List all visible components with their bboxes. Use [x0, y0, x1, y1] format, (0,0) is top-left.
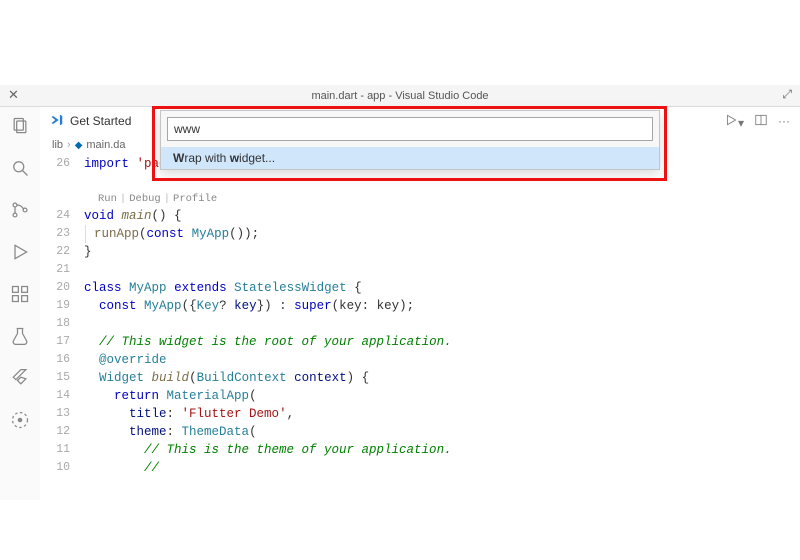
codelens[interactable]: Run|Debug|Profile — [52, 191, 800, 207]
activity-bar — [0, 107, 40, 500]
more-icon[interactable]: ··· — [778, 114, 790, 128]
command-palette-input[interactable] — [167, 117, 653, 141]
maximize-icon[interactable]: ⤢ — [782, 87, 792, 102]
run-icon[interactable]: ▾ — [724, 113, 744, 130]
window-title: main.dart - app - Visual Studio Code — [0, 85, 800, 107]
editor-actions: ▾ ··· — [724, 113, 790, 130]
vscode-icon — [50, 113, 64, 130]
command-palette-option[interactable]: Wrap with widget... — [161, 147, 659, 169]
explorer-icon[interactable] — [9, 115, 31, 137]
line-number: 26 — [52, 155, 84, 173]
breadcrumb-folder: lib — [52, 139, 63, 151]
search-icon[interactable] — [9, 157, 31, 179]
tab-label: Get Started — [70, 114, 131, 128]
flutter-icon[interactable] — [9, 367, 31, 389]
close-icon[interactable]: ✕ — [8, 87, 19, 103]
tab-get-started[interactable]: Get Started — [40, 107, 141, 135]
split-editor-icon[interactable] — [754, 113, 768, 130]
run-debug-icon[interactable] — [9, 241, 31, 263]
remote-icon[interactable] — [9, 409, 31, 431]
breadcrumb-file: main.da — [86, 139, 125, 151]
testing-icon[interactable] — [9, 325, 31, 347]
dart-file-icon: ◆ — [75, 140, 83, 151]
code-editor[interactable]: 26import 'package:flutter/material.dart'… — [40, 155, 800, 477]
command-palette: Wrap with widget... — [160, 110, 660, 170]
source-control-icon[interactable] — [9, 199, 31, 221]
chevron-right-icon: › — [67, 139, 71, 151]
extensions-icon[interactable] — [9, 283, 31, 305]
